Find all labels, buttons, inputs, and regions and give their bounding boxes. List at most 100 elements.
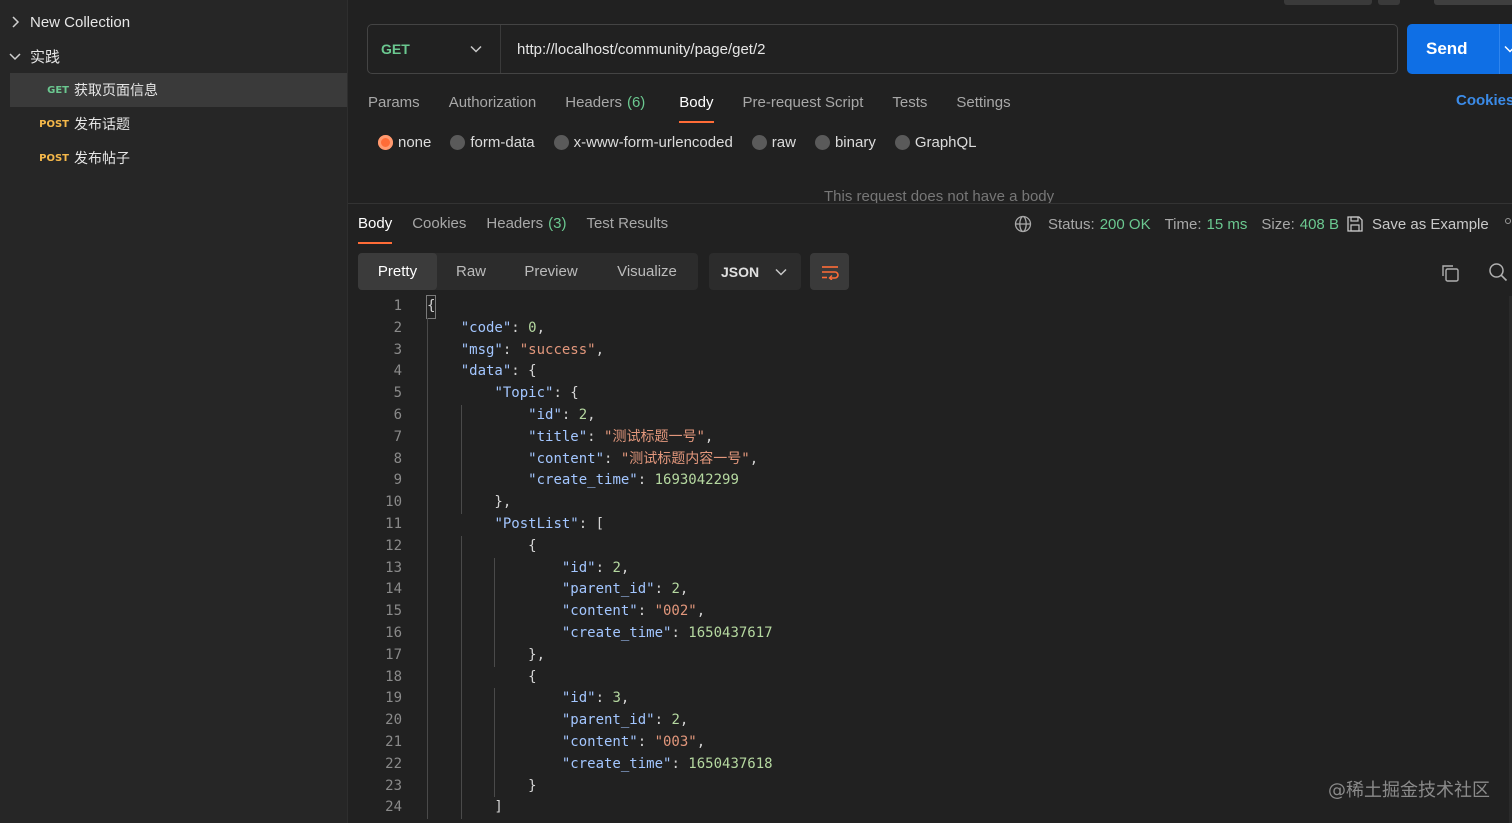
tab-headers-label: Headers — [565, 93, 622, 111]
sidebar: New Collection 实践 GET 获取页面信息 POST 发布话题 P… — [0, 0, 347, 823]
wrap-lines-icon — [820, 264, 840, 280]
top-tab-stub[interactable] — [1434, 0, 1512, 5]
line-number: 19 — [385, 690, 402, 707]
code-line: 4 "data": { — [348, 361, 1508, 383]
request-item-post-post[interactable]: POST 发布帖子 — [10, 141, 347, 175]
save-as-example-label: Save as Example — [1372, 215, 1489, 233]
radio-icon[interactable] — [894, 135, 910, 150]
line-number: 23 — [385, 777, 402, 794]
tab-tests[interactable]: Tests — [892, 87, 927, 117]
collection-new-collection[interactable]: New Collection — [0, 5, 347, 39]
indent-guide — [460, 535, 462, 820]
code-text: "create_time": 1693042299 — [528, 472, 739, 489]
response-tab-body[interactable]: Body — [358, 208, 393, 244]
code-text: "parent_id": 2, — [561, 712, 689, 729]
code-text: ] — [427, 799, 503, 816]
top-tab-stub[interactable] — [1378, 0, 1400, 5]
line-number: 21 — [385, 733, 402, 750]
line-number: 1 — [393, 298, 402, 314]
code-text: "title": "测试标题一号", — [528, 428, 714, 445]
request-item-post-topic[interactable]: POST 发布话题 — [10, 107, 347, 141]
status-field: Status: 200 OK — [1048, 216, 1151, 233]
url-input[interactable] — [501, 25, 1397, 73]
chevron-down-icon[interactable] — [0, 51, 30, 61]
view-raw[interactable]: Raw — [437, 253, 505, 290]
code-line: 5 "Topic": { — [348, 383, 1508, 405]
radio-icon[interactable] — [553, 135, 569, 150]
radio-icon[interactable] — [814, 135, 830, 150]
line-number: 7 — [393, 428, 402, 445]
radio-label: binary — [834, 134, 876, 151]
code-text: } — [427, 777, 537, 794]
tab-pre-request-script[interactable]: Pre-request Script — [743, 87, 864, 117]
radio-binary[interactable]: binary — [814, 134, 876, 151]
line-number: 4 — [393, 363, 402, 380]
request-tabs: Params Authorization Headers (6) Body Pr… — [368, 87, 1011, 123]
response-tab-test-results[interactable]: Test Results — [586, 208, 668, 238]
format-select[interactable]: JSON — [709, 253, 801, 290]
size-field: Size: 408 B — [1261, 216, 1339, 233]
code-line: 8 "content": "测试标题内容一号", — [348, 449, 1508, 471]
radio-icon[interactable] — [751, 135, 767, 150]
chevron-right-icon[interactable] — [0, 16, 30, 28]
radio-label: none — [398, 134, 432, 151]
tab-headers[interactable]: Headers (6) — [565, 87, 645, 117]
more-options-icon[interactable] — [1505, 218, 1511, 224]
line-number: 16 — [385, 624, 402, 641]
radio-none[interactable]: none — [378, 134, 431, 151]
code-line: 14 "parent_id": 2, — [348, 579, 1508, 601]
view-preview[interactable]: Preview — [505, 253, 597, 290]
method-badge: POST — [39, 118, 69, 130]
save-as-example-button[interactable]: Save as Example — [1346, 212, 1489, 236]
collection-practice[interactable]: 实践 — [0, 39, 347, 73]
globe-icon[interactable] — [1014, 215, 1032, 233]
radio-raw[interactable]: raw — [751, 134, 796, 151]
send-button[interactable]: Send — [1407, 24, 1512, 74]
view-pretty[interactable]: Pretty — [358, 253, 437, 290]
code-line: 10 }, — [348, 492, 1508, 514]
cookies-link[interactable]: Cookies — [1456, 92, 1512, 109]
response-tab-headers[interactable]: Headers (3) — [486, 208, 566, 238]
code-line: 18 { — [348, 667, 1508, 689]
radio-graphql[interactable]: GraphQL — [894, 134, 977, 151]
watermark: @稀土掘金技术社区 — [1328, 780, 1490, 801]
pane-divider[interactable] — [348, 203, 1512, 204]
response-meta: Status: 200 OK Time: 15 ms Size: 408 B — [1014, 212, 1339, 236]
line-number: 12 — [385, 537, 402, 554]
tab-params[interactable]: Params — [368, 87, 420, 117]
code-text: { — [427, 668, 537, 685]
view-visualize[interactable]: Visualize — [597, 253, 697, 290]
radio-selected-icon[interactable] — [378, 135, 393, 150]
tab-authorization[interactable]: Authorization — [449, 87, 537, 117]
code-line: 3 "msg": "success", — [348, 340, 1508, 362]
code-text: "Topic": { — [494, 385, 579, 402]
radio-form-data[interactable]: form-data — [450, 134, 535, 151]
line-number: 14 — [385, 581, 402, 598]
collection-label: New Collection — [30, 13, 131, 31]
method-select[interactable]: GET — [368, 25, 501, 73]
tab-body[interactable]: Body — [679, 87, 714, 123]
code-line: 13 "id": 2, — [348, 558, 1508, 580]
wrap-lines-button[interactable] — [810, 253, 849, 290]
request-name: 发布话题 — [74, 117, 130, 133]
chevron-down-icon[interactable] — [1499, 24, 1512, 74]
code-text: "content": "003", — [561, 733, 706, 750]
line-number: 24 — [385, 799, 402, 816]
chevron-down-icon — [470, 40, 482, 58]
response-tab-cookies[interactable]: Cookies — [412, 208, 466, 238]
request-name: 发布帖子 — [74, 151, 130, 167]
search-icon[interactable] — [1488, 262, 1508, 287]
copy-icon[interactable] — [1440, 263, 1460, 288]
radio-urlencoded[interactable]: x-www-form-urlencoded — [553, 134, 733, 151]
code-line: 22 "create_time": 1650437618 — [348, 754, 1508, 776]
request-item-get-page-info[interactable]: GET 获取页面信息 — [10, 73, 347, 107]
code-line: 2 "code": 0, — [348, 318, 1508, 340]
radio-icon[interactable] — [450, 135, 466, 150]
response-body-editor[interactable]: 1 {2 "code": 0, 3 "msg": "success", 4 "data… — [348, 295, 1508, 820]
view-mode-tabs: Pretty Raw Preview Visualize — [358, 253, 698, 290]
code-text: "id": 2, — [528, 406, 596, 423]
line-number: 20 — [385, 712, 402, 729]
tab-settings[interactable]: Settings — [956, 87, 1010, 117]
top-tab-stub[interactable] — [1284, 0, 1372, 5]
time-field: Time: 15 ms — [1165, 216, 1248, 233]
